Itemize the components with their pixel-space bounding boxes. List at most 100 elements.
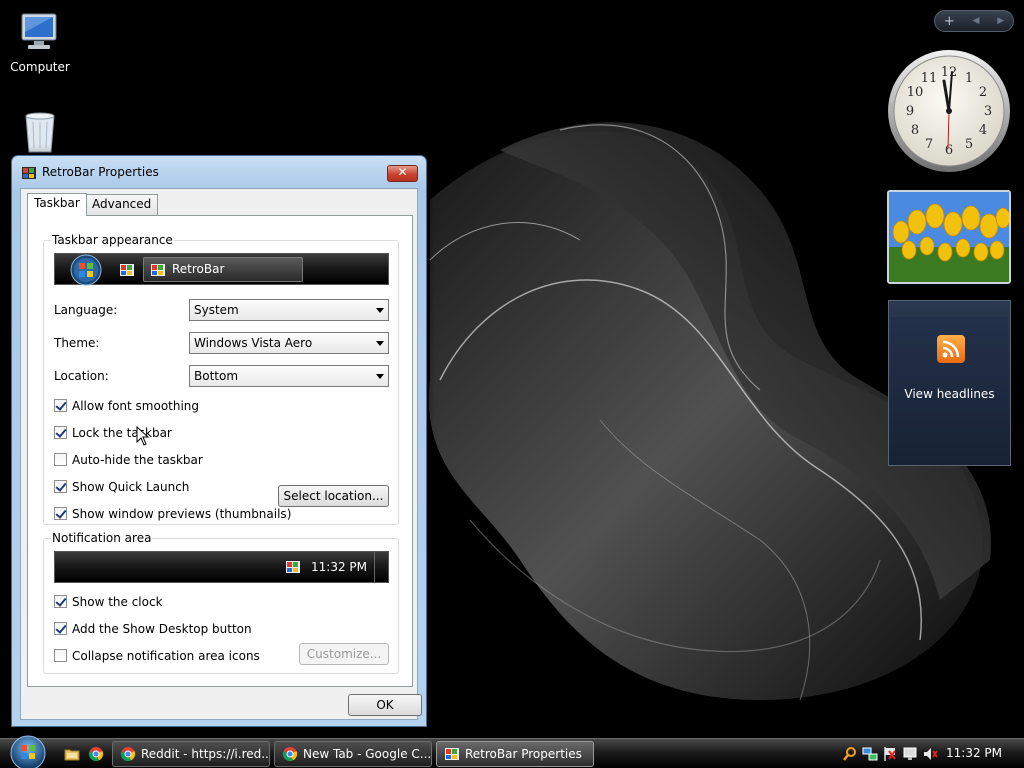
task-label: New Tab - Google C... <box>303 747 432 761</box>
desktop-icon-computer[interactable]: Computer <box>0 8 80 74</box>
notification-area-preview: 11:32 PM <box>54 551 389 583</box>
gadget-toolbar: + ◀ ▶ <box>934 10 1014 32</box>
checkbox-box[interactable] <box>54 507 67 520</box>
search-icon[interactable] <box>842 746 858 762</box>
prev-gadget-button[interactable]: ◀ <box>973 16 980 26</box>
chevron-down-icon <box>376 308 384 313</box>
chrome-icon[interactable] <box>88 746 104 762</box>
display-icon[interactable] <box>902 746 918 762</box>
checkbox-label: Add the Show Desktop button <box>72 622 252 636</box>
explorer-folder-icon[interactable] <box>64 746 80 762</box>
checkbox-box[interactable] <box>54 426 67 439</box>
lock-taskbar-checkbox[interactable]: Lock the taskbar <box>54 426 172 440</box>
chrome-icon <box>282 747 298 761</box>
checkbox-box[interactable] <box>54 649 67 662</box>
allow-font-smoothing-checkbox[interactable]: Allow font smoothing <box>54 399 199 413</box>
svg-text:10: 10 <box>907 85 924 100</box>
clock-gadget[interactable]: 12 12 345 678 91011 <box>886 48 1012 174</box>
svg-text:7: 7 <box>925 137 933 152</box>
close-button[interactable]: ✕ <box>387 165 418 182</box>
show-quick-launch-checkbox[interactable]: Show Quick Launch <box>54 480 189 494</box>
task-button-new-tab[interactable]: New Tab - Google C... <box>274 741 432 767</box>
theme-select[interactable]: Windows Vista Aero <box>189 332 389 354</box>
window-client-area: Taskbar Advanced Taskbar appearance Retr… <box>20 188 422 720</box>
checkbox-box[interactable] <box>54 453 67 466</box>
checkbox-label: Auto-hide the taskbar <box>72 453 203 467</box>
auto-hide-taskbar-checkbox[interactable]: Auto-hide the taskbar <box>54 453 203 467</box>
collapse-notification-icons-checkbox[interactable]: Collapse notification area icons <box>54 649 260 663</box>
svg-text:9: 9 <box>906 104 914 119</box>
checkbox-label: Allow font smoothing <box>72 399 200 413</box>
select-location-button[interactable]: Select location... <box>278 485 389 507</box>
taskbar-clock[interactable]: 11:32 PM <box>946 746 1002 760</box>
tab-panel-taskbar: Taskbar appearance RetroBar Language: Sy… <box>27 215 413 687</box>
add-gadget-button[interactable]: + <box>944 14 955 29</box>
theme-value: Windows Vista Aero <box>194 336 313 350</box>
location-value: Bottom <box>194 369 239 383</box>
ok-button[interactable]: OK <box>348 694 422 716</box>
group-title-notification: Notification area <box>51 531 153 545</box>
location-label: Location: <box>54 369 109 383</box>
task-button-reddit[interactable]: Reddit - https://i.red... <box>112 741 270 767</box>
start-button[interactable] <box>8 733 48 768</box>
tab-taskbar[interactable]: Taskbar <box>27 193 87 216</box>
checkbox-label: Lock the taskbar <box>72 426 172 440</box>
task-button-retrobar-properties[interactable]: RetroBar Properties <box>436 741 594 767</box>
checkbox-box[interactable] <box>54 480 67 493</box>
taskbar-appearance-group: Taskbar appearance RetroBar Language: Sy… <box>43 233 399 525</box>
customize-button[interactable]: Customize... <box>299 643 389 665</box>
retrobar-icon <box>151 264 165 276</box>
preview-clock: 11:32 PM <box>311 560 367 574</box>
checkbox-box[interactable] <box>54 399 67 412</box>
show-clock-checkbox[interactable]: Show the clock <box>54 595 163 609</box>
checkbox-label: Collapse notification area icons <box>72 649 260 663</box>
checkbox-box[interactable] <box>54 622 67 635</box>
view-headlines-link[interactable]: View headlines <box>889 387 1010 401</box>
svg-text:2: 2 <box>979 85 987 100</box>
retrobar-icon <box>445 748 459 760</box>
window-title: RetroBar Properties <box>42 165 159 179</box>
show-desktop-preview <box>374 552 388 582</box>
task-label: Reddit - https://i.red... <box>141 747 270 761</box>
checkbox-label: Show the clock <box>72 595 163 609</box>
theme-label: Theme: <box>54 336 100 350</box>
svg-text:11: 11 <box>921 71 938 86</box>
language-value: System <box>194 303 239 317</box>
rss-feed-icon <box>937 335 965 363</box>
desktop-icon-label: Computer <box>10 60 70 74</box>
svg-text:5: 5 <box>965 137 973 152</box>
title-bar[interactable]: RetroBar Properties ✕ <box>12 156 426 188</box>
retrobar-icon <box>120 264 134 276</box>
retrobar-properties-window: RetroBar Properties ✕ Taskbar Advanced T… <box>11 155 427 727</box>
svg-text:4: 4 <box>979 123 987 138</box>
feed-headlines-gadget[interactable]: View headlines <box>888 300 1011 466</box>
checkbox-label: Show window previews (thumbnails) <box>72 507 292 521</box>
tulip-photo <box>889 192 1009 282</box>
chrome-icon <box>120 747 136 761</box>
desktop-icon-recycle-bin[interactable] <box>0 110 80 154</box>
slideshow-gadget[interactable] <box>887 190 1011 284</box>
taskbar-preview: RetroBar <box>54 253 389 286</box>
chevron-down-icon <box>376 374 384 379</box>
checkbox-box[interactable] <box>54 595 67 608</box>
volume-muted-icon[interactable] <box>922 746 938 762</box>
retrobar-icon <box>286 561 300 573</box>
tab-advanced[interactable]: Advanced <box>85 194 159 215</box>
location-select[interactable]: Bottom <box>189 365 389 387</box>
chevron-down-icon <box>376 341 384 346</box>
svg-text:1: 1 <box>965 71 973 86</box>
preview-task-button: RetroBar <box>143 257 303 282</box>
recycle-bin-icon <box>25 112 55 153</box>
language-label: Language: <box>54 303 118 317</box>
start-orb-icon <box>70 254 102 286</box>
retrobar-icon <box>22 167 36 179</box>
next-gadget-button[interactable]: ▶ <box>997 16 1004 26</box>
show-desktop-button-checkbox[interactable]: Add the Show Desktop button <box>54 622 252 636</box>
show-window-previews-checkbox[interactable]: Show window previews (thumbnails) <box>54 507 291 521</box>
svg-text:12: 12 <box>941 65 958 80</box>
network-icon[interactable] <box>862 746 878 762</box>
action-center-flag-icon[interactable] <box>882 746 898 762</box>
mouse-cursor-icon <box>136 426 150 446</box>
language-select[interactable]: System <box>189 299 389 321</box>
close-icon: ✕ <box>397 165 408 179</box>
